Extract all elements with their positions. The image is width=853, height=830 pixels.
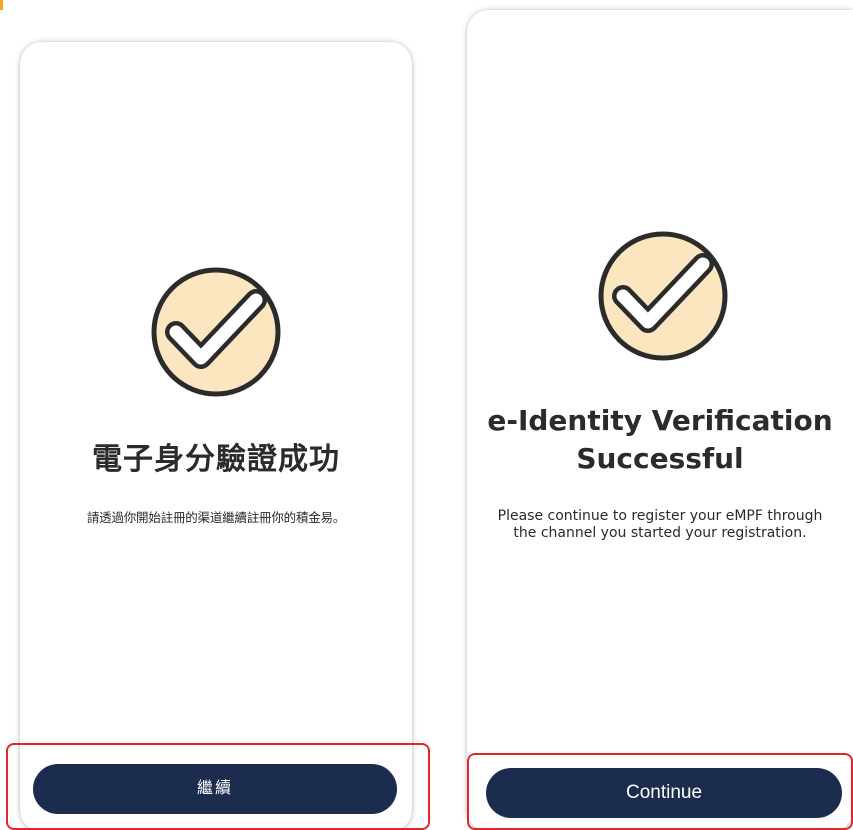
comparison-stage: 電子身分驗證成功 請透過你開始註冊的渠道繼續註冊你的積金易。 e-Identit… xyxy=(0,0,853,830)
page-title: e-Identity Verification Successful xyxy=(487,404,833,475)
screen-english: e-Identity Verification Successful Pleas… xyxy=(467,10,853,830)
page-title: 電子身分驗證成功 xyxy=(92,442,340,477)
instruction-text: 請透過你開始註冊的渠道繼續註冊你的積金易。 xyxy=(86,510,346,525)
continue-button[interactable]: 繼續 xyxy=(33,764,397,814)
success-check-icon xyxy=(598,231,728,361)
success-check-icon xyxy=(151,267,281,397)
instruction-text: Please continue to register your eMPF th… xyxy=(497,508,823,541)
continue-button[interactable]: Continue xyxy=(486,768,842,818)
corner-accent-mark xyxy=(0,0,3,10)
screen-chinese: 電子身分驗證成功 請透過你開始註冊的渠道繼續註冊你的積金易。 xyxy=(20,42,412,830)
